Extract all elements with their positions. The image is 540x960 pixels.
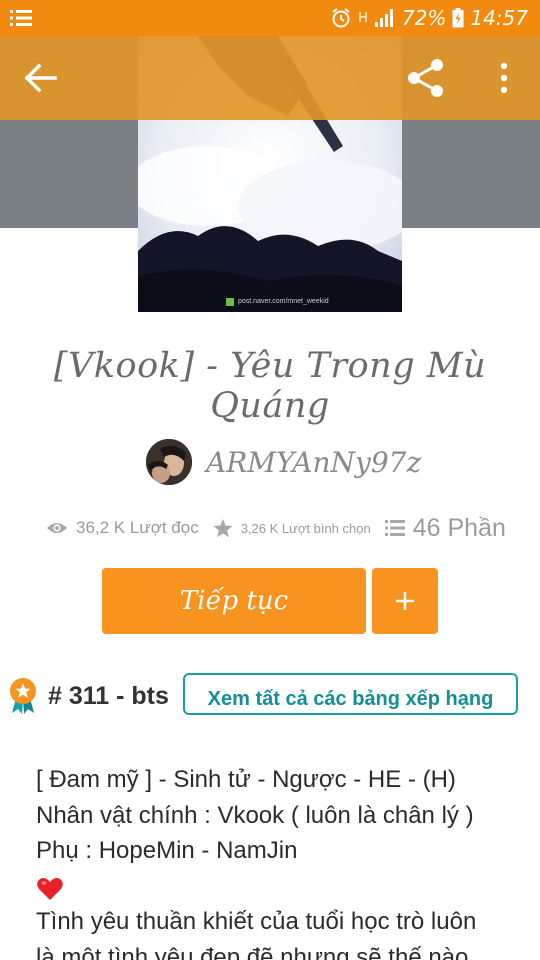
see-all-rankings-button[interactable]: Xem tất cả các bảng xếp hạng bbox=[183, 673, 518, 715]
continue-reading-button[interactable]: Tiếp tục bbox=[102, 568, 366, 634]
add-to-library-button[interactable] bbox=[372, 568, 438, 634]
votes-count: 3,26 K Lượt bình chọn bbox=[240, 520, 371, 536]
author-row[interactable]: ARMYAnNy97z bbox=[146, 438, 421, 486]
description-line: Tình yêu thuần khiết của tuổi học trò lu… bbox=[36, 908, 477, 935]
ranking-badge-icon bbox=[10, 678, 36, 714]
votes-stat: 3,26 K Lượt bình chọn bbox=[213, 518, 371, 538]
more-vert-icon[interactable] bbox=[494, 62, 514, 94]
rank-text: # 311 - bts bbox=[48, 682, 169, 711]
cover-watermark: post.naver.com/mnet_weekid bbox=[238, 298, 329, 305]
alarm-icon bbox=[332, 8, 350, 28]
story-title: [Vkook] - Yêu Trong Mù Quáng bbox=[53, 346, 487, 426]
star-icon bbox=[213, 518, 233, 537]
reads-count: 36,2 K Lượt đọc bbox=[76, 518, 199, 537]
plus-icon bbox=[396, 592, 414, 610]
parts-count[interactable]: 46 Phần bbox=[413, 514, 506, 543]
signal-icon bbox=[374, 9, 393, 27]
toolbar bbox=[0, 36, 540, 120]
naver-logo-icon bbox=[226, 298, 234, 306]
story-description: [ Đam mỹ ] - Sinh tử - Ngược - HE - (H) … bbox=[36, 762, 516, 960]
description-line: Phụ : HopeMin - NamJin bbox=[36, 837, 298, 864]
story-stats: 36,2 K Lượt đọc 3,26 K Lượt bình chọn 46… bbox=[46, 510, 526, 546]
description-line: là một tình yêu đẹp đẽ nhưng sẽ thế nào bbox=[36, 943, 469, 960]
parts-stat[interactable]: 46 Phần bbox=[384, 514, 506, 543]
status-bar: H 72% 14:57 bbox=[0, 0, 540, 36]
ranking-row: # 311 - bts bbox=[8, 676, 169, 716]
menu-icon bbox=[10, 10, 32, 26]
author-avatar[interactable] bbox=[146, 439, 192, 485]
list-icon bbox=[384, 520, 405, 536]
heart-emoji-icon bbox=[36, 869, 516, 905]
clock: 14:57 bbox=[470, 6, 528, 30]
rank-number: # 311 bbox=[48, 681, 110, 710]
reads-stat: 36,2 K Lượt đọc bbox=[46, 518, 199, 538]
battery-percent: 72% bbox=[401, 6, 447, 30]
share-icon[interactable] bbox=[406, 58, 446, 98]
eye-icon bbox=[47, 523, 67, 533]
back-arrow-icon[interactable] bbox=[24, 62, 58, 94]
description-line: [ Đam mỹ ] - Sinh tử - Ngược - HE - (H) bbox=[36, 766, 456, 793]
description-line: Nhân vật chính : Vkook ( luôn là chân lý… bbox=[36, 801, 474, 829]
battery-icon bbox=[452, 8, 464, 28]
rank-tag[interactable]: bts bbox=[131, 682, 169, 710]
rank-separator: - bbox=[109, 681, 132, 710]
network-type-label: H bbox=[358, 10, 368, 26]
author-name[interactable]: ARMYAnNy97z bbox=[206, 446, 421, 479]
